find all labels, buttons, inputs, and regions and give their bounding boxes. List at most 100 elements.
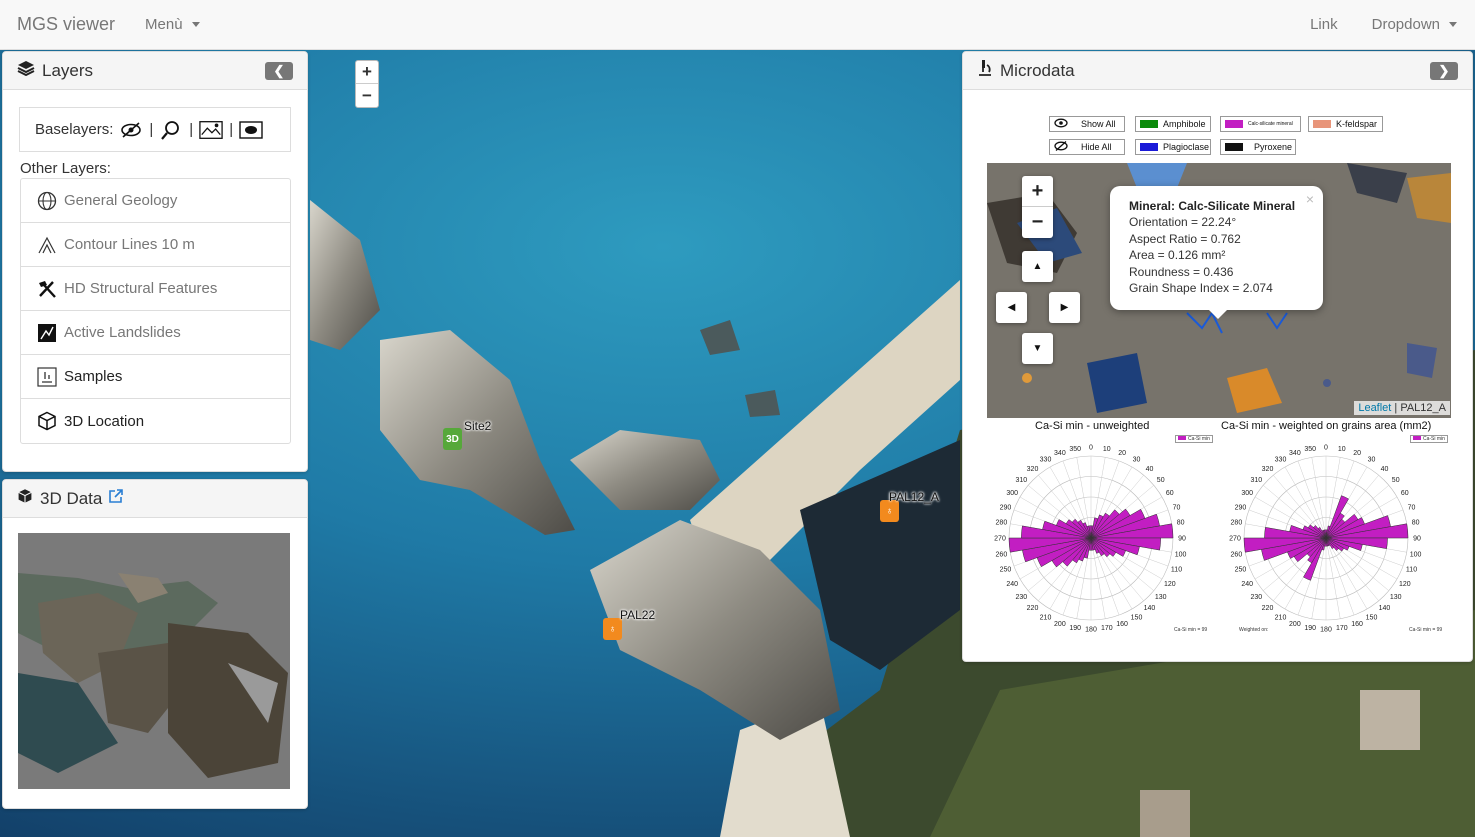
eye-slash-icon[interactable]: [119, 119, 143, 141]
legend-label: Amphibole: [1163, 119, 1206, 129]
menu-label: Menù: [145, 16, 183, 33]
3d-data-header: 3D Data: [3, 480, 307, 518]
rose-tick-label: 300: [1006, 490, 1018, 497]
legend-k-feldspar[interactable]: K-feldspar: [1308, 116, 1383, 132]
rose-tick-label: 50: [1157, 477, 1165, 484]
site2-marker[interactable]: 3D: [443, 428, 462, 450]
satellite-map-icon[interactable]: [199, 119, 223, 141]
layer-3d-location[interactable]: 3D Location: [21, 399, 290, 443]
rose-tick-label: 60: [1401, 490, 1409, 497]
eye-slash-icon: [1054, 141, 1068, 153]
layer-label: HD Structural Features: [64, 280, 218, 297]
rose-tick-label: 20: [1118, 450, 1126, 457]
mountain-icon: [36, 234, 58, 256]
menu-dropdown[interactable]: Menù: [145, 16, 200, 33]
pan-up-button[interactable]: ▲: [1022, 251, 1053, 282]
rose-tick-label: 130: [1390, 594, 1402, 601]
rose-tick-label: 260: [1231, 551, 1243, 558]
separator: |: [229, 121, 234, 138]
rose-tick-label: 160: [1351, 621, 1363, 628]
zoom-out-button[interactable]: −: [356, 84, 378, 107]
rose-tick-label: 270: [994, 536, 1006, 543]
navbar-right: Link Dropdown: [1310, 16, 1457, 33]
rose-tick-label: 280: [996, 520, 1008, 527]
rose-tick-label: 30: [1368, 457, 1376, 464]
rose-tick-label: 0: [1324, 445, 1328, 452]
rose-tick-label: 290: [1000, 504, 1012, 511]
landslide-icon: [36, 322, 58, 344]
brand[interactable]: MGS viewer: [17, 14, 115, 35]
layer-samples[interactable]: Samples: [21, 355, 290, 399]
globe-icon: [36, 190, 58, 212]
map-search-icon[interactable]: [159, 119, 183, 141]
sample-icon: [36, 366, 58, 388]
link-nav[interactable]: Link: [1310, 16, 1338, 33]
rose-tick-label: 190: [1304, 625, 1316, 632]
rose-tick-label: 80: [1177, 520, 1185, 527]
collapse-layers-button[interactable]: ❮: [265, 61, 293, 80]
pan-down-button[interactable]: ▼: [1022, 333, 1053, 364]
layer-label: Active Landslides: [64, 324, 181, 341]
leaflet-link[interactable]: Leaflet: [1358, 402, 1391, 414]
show-all-button[interactable]: Show All: [1049, 116, 1125, 132]
hide-all-button[interactable]: Hide All: [1049, 139, 1125, 155]
rose-tick-label: 190: [1069, 625, 1081, 632]
rose-tick-label: 70: [1173, 504, 1181, 511]
3d-model-viewer[interactable]: [18, 533, 290, 789]
legend-amphibole[interactable]: Amphibole: [1135, 116, 1211, 132]
rose-tick-label: 240: [1241, 581, 1253, 588]
rose-tick-label: 120: [1399, 581, 1411, 588]
rose-tick-label: 10: [1338, 446, 1346, 453]
layer-active-landslides[interactable]: Active Landslides: [21, 311, 290, 355]
caret-down-icon: [191, 22, 200, 27]
layer-contour-lines[interactable]: Contour Lines 10 m: [21, 223, 290, 267]
layer-general-geology[interactable]: General Geology: [21, 179, 290, 223]
map-layer-icon[interactable]: [239, 119, 263, 141]
popup-gsi: Grain Shape Index = 2.074: [1129, 281, 1273, 296]
micro-zoom-in-button[interactable]: +: [1022, 176, 1053, 207]
microdata-title: Microdata: [1000, 60, 1075, 80]
hide-all-label: Hide All: [1081, 142, 1112, 152]
rose-tick-label: 170: [1336, 625, 1348, 632]
separator: |: [149, 121, 154, 138]
other-layers-label: Other Layers:: [20, 160, 111, 177]
rose-tick-label: 210: [1040, 614, 1052, 621]
rose-tick-label: 160: [1116, 621, 1128, 628]
pal12a-label: PAL12_A: [889, 490, 939, 504]
rose-tick-label: 350: [1304, 446, 1316, 453]
legend-plagioclase[interactable]: Plagioclase: [1135, 139, 1211, 155]
rose-tick-label: 120: [1164, 581, 1176, 588]
legend-pyroxene[interactable]: Pyroxene: [1220, 139, 1296, 155]
popup-area: Area = 0.126 mm²: [1129, 248, 1226, 263]
rose-tick-label: 150: [1131, 614, 1143, 621]
legend-calc-silicate[interactable]: Calc-silicate mineral: [1220, 116, 1301, 132]
rose-tick-label: 150: [1366, 614, 1378, 621]
pan-left-button[interactable]: ◀: [996, 292, 1027, 323]
rose-tick-label: 220: [1262, 605, 1274, 612]
caret-down-icon: [1449, 22, 1457, 27]
rose-tick-label: 250: [1000, 567, 1012, 574]
dropdown-nav[interactable]: Dropdown: [1372, 16, 1457, 33]
rose-right-legend: Ca-Si min: [1410, 435, 1448, 443]
external-link-icon[interactable]: [108, 488, 124, 509]
rose-tick-label: 300: [1241, 490, 1253, 497]
rose-tick-label: 110: [1171, 567, 1182, 574]
rose-tick-label: 130: [1155, 594, 1167, 601]
micro-zoom-out-button[interactable]: −: [1022, 207, 1053, 238]
rose-tick-label: 180: [1320, 627, 1332, 634]
rose-legend-label: Ca-Si min: [1188, 436, 1210, 442]
pan-right-button[interactable]: ▶: [1049, 292, 1080, 323]
rose-tick-label: 170: [1101, 625, 1113, 632]
baselayers-label: Baselayers:: [35, 121, 114, 138]
layer-structural-features[interactable]: HD Structural Features: [21, 267, 290, 311]
separator: |: [189, 121, 194, 138]
rose-tick-label: 100: [1175, 551, 1187, 558]
popup-close-button[interactable]: ×: [1306, 191, 1314, 207]
collapse-microdata-button[interactable]: ❯: [1430, 61, 1458, 80]
rose-tick-label: 60: [1166, 490, 1174, 497]
amphibole-swatch: [1140, 120, 1158, 128]
zoom-in-button[interactable]: +: [356, 61, 378, 84]
layer-label: Contour Lines 10 m: [64, 236, 195, 253]
rose-tick-label: 0: [1089, 445, 1093, 452]
popup-aspect-ratio: Aspect Ratio = 0.762: [1129, 231, 1241, 246]
